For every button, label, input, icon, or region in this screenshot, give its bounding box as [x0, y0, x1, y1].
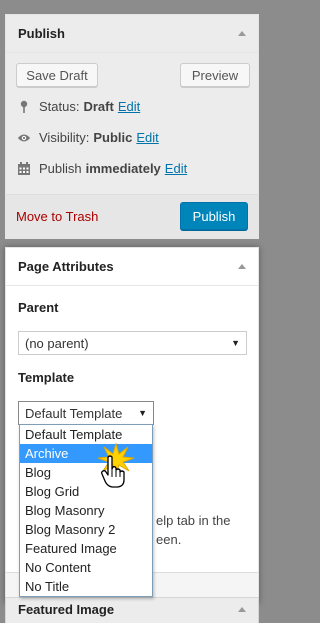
visibility-row: Visibility: Public Edit	[17, 130, 159, 145]
featured-image-title: Featured Image	[18, 601, 115, 617]
publish-value: immediately	[85, 161, 161, 176]
parent-label: Parent	[18, 300, 59, 315]
preview-button[interactable]: Preview	[180, 63, 250, 87]
template-option[interactable]: Featured Image	[20, 539, 152, 558]
status-value: Draft	[83, 99, 114, 114]
status-label: Status:	[39, 99, 80, 114]
template-select[interactable]: Default Template ▼	[18, 401, 154, 425]
collapse-caret-icon[interactable]	[238, 31, 246, 36]
move-to-trash-link[interactable]: Move to Trash	[16, 209, 98, 224]
featured-image-header[interactable]: Featured Image	[6, 598, 258, 620]
template-label: Template	[18, 370, 75, 385]
save-draft-button[interactable]: Save Draft	[16, 63, 98, 87]
collapse-caret-icon[interactable]	[238, 606, 246, 612]
publish-box-header[interactable]: Publish	[6, 15, 258, 53]
help-text-line-1: elp tab in the	[156, 513, 231, 528]
status-row: Status: Draft Edit	[17, 99, 140, 114]
template-option[interactable]: No Title	[20, 577, 152, 596]
help-text-line-2: een.	[156, 532, 182, 547]
publish-box-footer: Move to Trash Publish	[6, 194, 258, 238]
visibility-edit-link[interactable]: Edit	[136, 130, 158, 145]
publish-date-row: Publish immediately Edit	[17, 161, 187, 176]
calendar-icon	[17, 161, 31, 176]
publish-date-edit-link[interactable]: Edit	[165, 161, 187, 176]
publish-box: Publish Save Draft Preview Status: Draft…	[5, 14, 259, 239]
featured-image-box: Featured Image	[5, 597, 259, 623]
publish-label: Publish	[39, 161, 82, 176]
publish-button[interactable]: Publish	[180, 202, 248, 230]
eye-icon	[17, 131, 31, 145]
template-option[interactable]: No Content	[20, 558, 152, 577]
page-attributes-title: Page Attributes	[18, 259, 114, 274]
template-option[interactable]: Blog Grid	[20, 482, 152, 501]
hand-pointer-icon	[101, 455, 125, 488]
status-edit-link[interactable]: Edit	[118, 99, 140, 114]
template-option[interactable]: Blog Masonry 2	[20, 520, 152, 539]
collapse-caret-icon[interactable]	[238, 264, 246, 269]
pin-icon	[17, 100, 31, 114]
template-option[interactable]: Blog Masonry	[20, 501, 152, 520]
publish-box-title: Publish	[18, 26, 65, 41]
visibility-label: Visibility:	[39, 130, 90, 145]
parent-select[interactable]: (no parent) ▼	[18, 331, 247, 355]
chevron-down-icon: ▼	[138, 408, 147, 418]
visibility-value: Public	[93, 130, 133, 145]
chevron-down-icon: ▼	[231, 338, 240, 348]
parent-select-value: (no parent)	[25, 335, 89, 351]
template-select-value: Default Template	[25, 405, 123, 421]
page-attributes-header[interactable]: Page Attributes	[6, 248, 258, 286]
